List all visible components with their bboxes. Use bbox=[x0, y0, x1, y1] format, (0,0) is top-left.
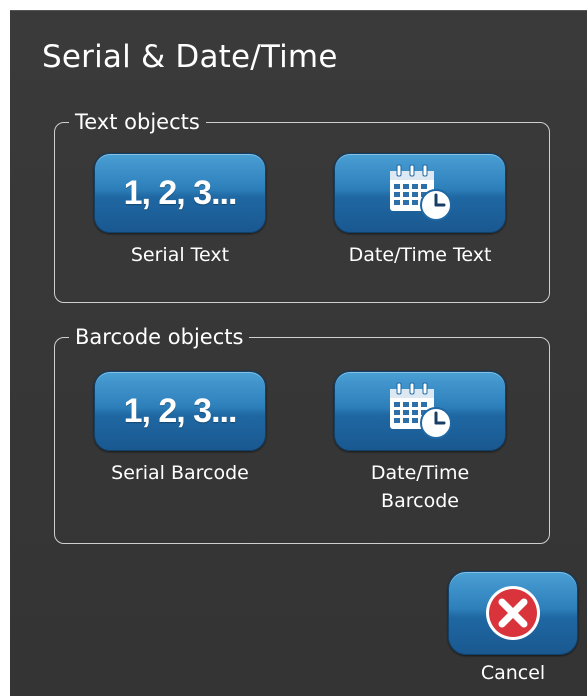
serial-barcode-label: Serial Barcode bbox=[111, 462, 249, 484]
serial-datetime-dialog: Serial & Date/Time Text objects 1, 2, 3.… bbox=[10, 10, 587, 696]
serial-text-button[interactable]: 1, 2, 3... bbox=[94, 153, 266, 233]
cancel-button[interactable] bbox=[448, 571, 578, 655]
serial-barcode-button[interactable]: 1, 2, 3... bbox=[94, 371, 266, 451]
calendar-clock-icon bbox=[384, 161, 456, 225]
barcode-objects-legend: Barcode objects bbox=[75, 325, 244, 349]
datetime-barcode-label: Date/Time Barcode bbox=[314, 459, 526, 515]
red-x-icon bbox=[483, 583, 543, 643]
cancel-label: Cancel bbox=[480, 662, 546, 684]
datetime-barcode-label-line1: Date/Time bbox=[370, 462, 470, 484]
serial-numbers-icon: 1, 2, 3... bbox=[123, 391, 238, 430]
datetime-text-label: Date/Time Text bbox=[348, 244, 492, 266]
datetime-text-button[interactable] bbox=[334, 153, 506, 233]
datetime-barcode-label-line2: Barcode bbox=[381, 490, 459, 512]
dialog-title: Serial & Date/Time bbox=[42, 39, 338, 75]
serial-numbers-icon: 1, 2, 3... bbox=[123, 173, 238, 212]
calendar-clock-icon bbox=[384, 379, 456, 443]
datetime-barcode-button[interactable] bbox=[334, 371, 506, 451]
text-objects-legend: Text objects bbox=[75, 110, 200, 134]
serial-text-label: Serial Text bbox=[130, 244, 230, 266]
